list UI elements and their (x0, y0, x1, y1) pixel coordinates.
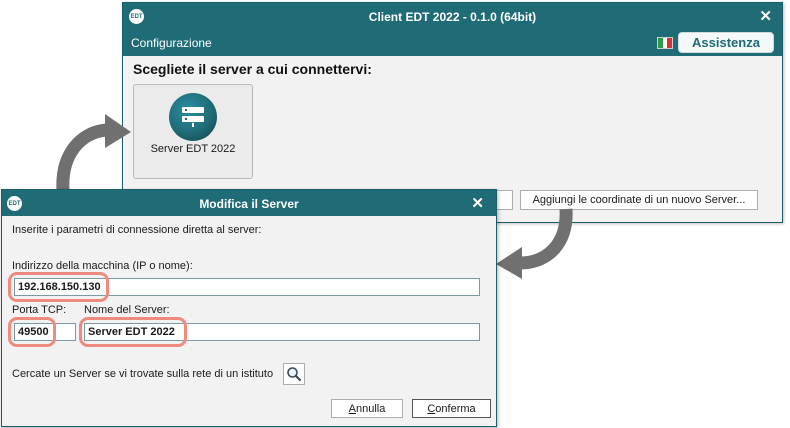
port-label: Porta TCP: (12, 304, 67, 316)
annulla-mnemonic: A (348, 402, 356, 415)
annulla-label: nnulla (355, 402, 386, 415)
client-window-title: Client EDT 2022 - 0.1.0 (64bit) (368, 10, 537, 24)
choose-server-heading: Scegliete il server a cui connettervi: (133, 61, 372, 77)
dialog-titlebar: EDT Modifica il Server ✕ (2, 190, 496, 216)
conferma-label: onferma (435, 402, 476, 415)
close-icon[interactable]: ✕ (471, 194, 484, 212)
dialog-body: Inserite i parametri di connessione dire… (2, 216, 496, 426)
client-menubar: Configurazione Assistenza (123, 29, 782, 56)
menu-configurazione[interactable]: Configurazione (131, 36, 212, 50)
annulla-button[interactable]: Annulla (331, 399, 403, 418)
add-server-button[interactable]: Aggiungi le coordinate di un nuovo Serve… (520, 190, 758, 210)
address-input[interactable]: 192.168.150.130 (14, 278, 480, 296)
edit-server-dialog: EDT Modifica il Server ✕ Inserite i para… (1, 189, 497, 427)
server-icon (169, 93, 217, 141)
client-titlebar: EDT Client EDT 2022 - 0.1.0 (64bit) ✕ (123, 3, 782, 29)
server-tile-label: Server EDT 2022 (150, 143, 236, 155)
assistenza-button[interactable]: Assistenza (678, 32, 774, 53)
server-tile[interactable]: Server EDT 2022 (133, 84, 253, 179)
server-name-input[interactable]: Server EDT 2022 (84, 323, 480, 341)
search-hint-text: Cercate un Server se vi trovate sulla re… (12, 368, 274, 380)
port-input[interactable]: 49500 (14, 323, 76, 341)
conferma-mnemonic: C (427, 402, 436, 415)
search-icon (287, 367, 302, 382)
server-name-label: Nome del Server: (84, 304, 170, 316)
italy-flag-icon[interactable] (657, 37, 673, 49)
intro-text: Inserite i parametri di connessione dire… (12, 224, 262, 236)
close-icon[interactable]: ✕ (759, 7, 772, 25)
address-label: Indirizzo della macchina (IP o nome): (12, 260, 193, 272)
dialog-title: Modifica il Server (199, 197, 299, 211)
conferma-button[interactable]: Conferma (412, 399, 491, 418)
search-server-button[interactable] (283, 363, 305, 385)
